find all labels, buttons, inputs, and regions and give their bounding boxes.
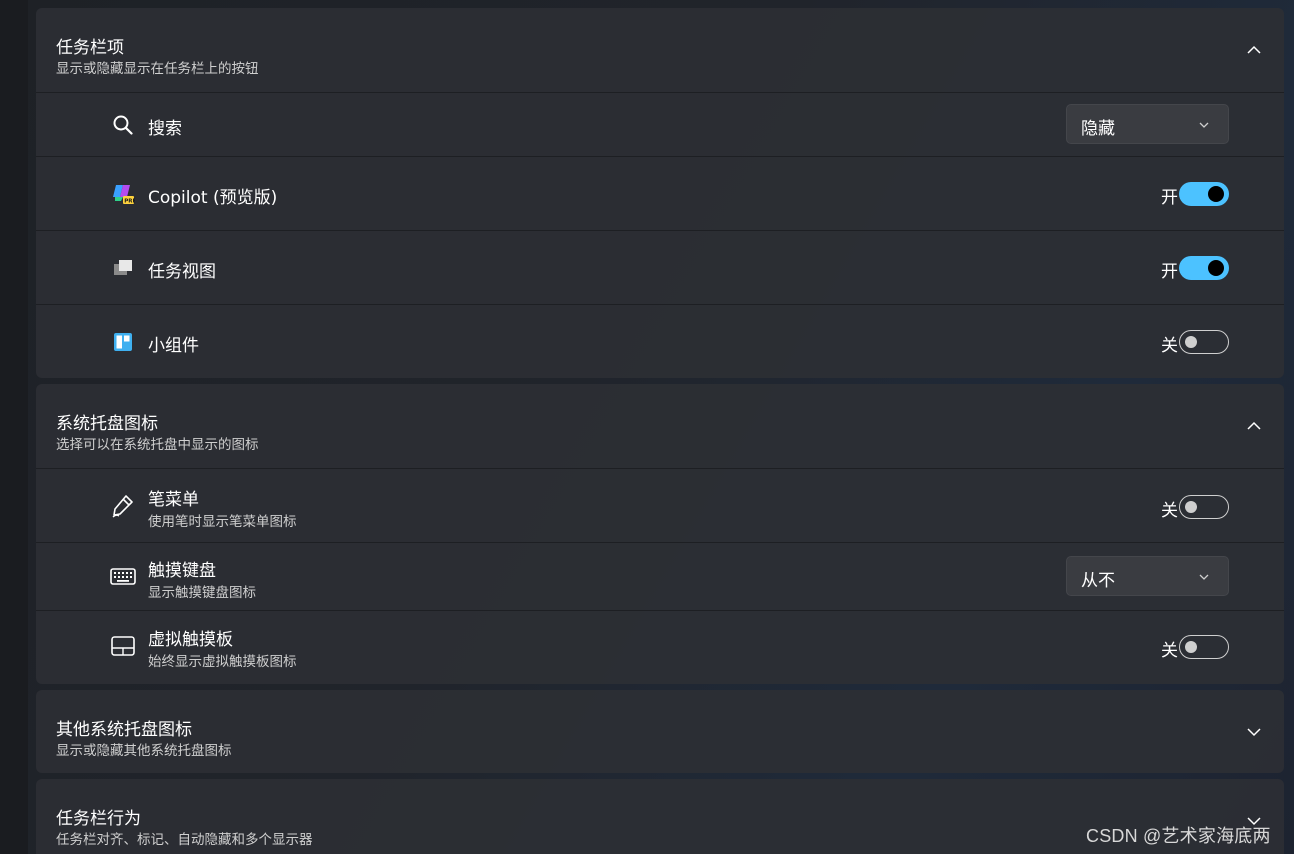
setting-label: 触摸键盘 (148, 561, 216, 581)
widgets-icon (110, 329, 136, 355)
section-system-tray-icons: 系统托盘图标 选择可以在系统托盘中显示的图标 笔菜单 使用笔时显示笔菜单图标 关 (36, 384, 1284, 684)
setting-label: Copilot (预览版) (148, 188, 278, 208)
search-dropdown[interactable]: 隐藏 (1066, 104, 1229, 144)
chevron-down-icon[interactable] (1246, 724, 1262, 740)
section-subtitle: 任务栏对齐、标记、自动隐藏和多个显示器 (56, 832, 313, 848)
pen-menu-toggle[interactable] (1179, 495, 1229, 519)
section-subtitle: 显示或隐藏显示在任务栏上的按钮 (56, 61, 259, 77)
setting-label: 小组件 (148, 336, 199, 356)
keyboard-icon (110, 564, 136, 590)
widgets-toggle[interactable] (1179, 330, 1229, 354)
toggle-knob (1208, 186, 1224, 202)
toggle-knob (1185, 501, 1197, 513)
toggle-state-text: 关 (1161, 336, 1178, 356)
section-other-tray-header[interactable]: 其他系统托盘图标 显示或隐藏其他系统托盘图标 (36, 690, 1284, 773)
nav-pane-edge (0, 0, 28, 854)
setting-row-search: 搜索 隐藏 (36, 92, 1284, 156)
touchpad-icon (110, 633, 136, 659)
setting-label: 任务视图 (148, 262, 216, 282)
toggle-knob (1185, 336, 1197, 348)
chevron-up-icon[interactable] (1246, 418, 1262, 434)
setting-row-task-view: 任务视图 开 (36, 230, 1284, 304)
section-title: 系统托盘图标 (56, 414, 158, 434)
setting-sublabel: 始终显示虚拟触摸板图标 (148, 654, 297, 670)
setting-row-pen-menu: 笔菜单 使用笔时显示笔菜单图标 关 (36, 468, 1284, 542)
chevron-up-icon[interactable] (1246, 42, 1262, 58)
toggle-state-text: 开 (1161, 188, 1178, 208)
search-icon (110, 112, 136, 138)
setting-row-virtual-touchpad: 虚拟触摸板 始终显示虚拟触摸板图标 关 (36, 610, 1284, 684)
toggle-state-text: 关 (1161, 501, 1178, 521)
section-taskbar-items-header[interactable]: 任务栏项 显示或隐藏显示在任务栏上的按钮 (36, 8, 1284, 92)
svg-text:PRE: PRE (124, 199, 135, 205)
watermark-text: CSDN @艺术家海底两 (1086, 826, 1271, 846)
virtual-touchpad-toggle[interactable] (1179, 635, 1229, 659)
setting-sublabel: 显示触摸键盘图标 (148, 585, 256, 601)
task-view-icon (110, 255, 136, 281)
copilot-icon: PRE (110, 181, 136, 207)
dropdown-value: 隐藏 (1081, 119, 1115, 139)
section-title: 任务栏行为 (56, 809, 141, 829)
dropdown-value: 从不 (1081, 571, 1115, 591)
section-subtitle: 选择可以在系统托盘中显示的图标 (56, 437, 259, 453)
section-system-tray-header[interactable]: 系统托盘图标 选择可以在系统托盘中显示的图标 (36, 384, 1284, 468)
touch-keyboard-dropdown[interactable]: 从不 (1066, 556, 1229, 596)
section-title: 任务栏项 (56, 38, 124, 58)
setting-label: 搜索 (148, 119, 182, 139)
setting-row-touch-keyboard: 触摸键盘 显示触摸键盘图标 从不 (36, 542, 1284, 610)
setting-sublabel: 使用笔时显示笔菜单图标 (148, 514, 297, 530)
toggle-knob (1208, 260, 1224, 276)
section-title: 其他系统托盘图标 (56, 720, 192, 740)
setting-row-copilot: PRE Copilot (预览版) 开 (36, 156, 1284, 230)
setting-label: 虚拟触摸板 (148, 630, 233, 650)
toggle-knob (1185, 641, 1197, 653)
toggle-state-text: 关 (1161, 641, 1178, 661)
section-subtitle: 显示或隐藏其他系统托盘图标 (56, 743, 232, 759)
settings-page: 任务栏项 显示或隐藏显示在任务栏上的按钮 搜索 隐藏 PRE Copilot (… (0, 0, 1294, 854)
section-taskbar-items: 任务栏项 显示或隐藏显示在任务栏上的按钮 搜索 隐藏 PRE Copilot (… (36, 8, 1284, 378)
task-view-toggle[interactable] (1179, 256, 1229, 280)
toggle-state-text: 开 (1161, 262, 1178, 282)
pen-icon (110, 493, 136, 519)
chevron-down-icon (1199, 574, 1209, 580)
copilot-toggle[interactable] (1179, 182, 1229, 206)
section-other-tray-icons[interactable]: 其他系统托盘图标 显示或隐藏其他系统托盘图标 (36, 690, 1284, 773)
setting-label: 笔菜单 (148, 490, 199, 510)
setting-row-widgets: 小组件 关 (36, 304, 1284, 378)
chevron-down-icon (1199, 122, 1209, 128)
